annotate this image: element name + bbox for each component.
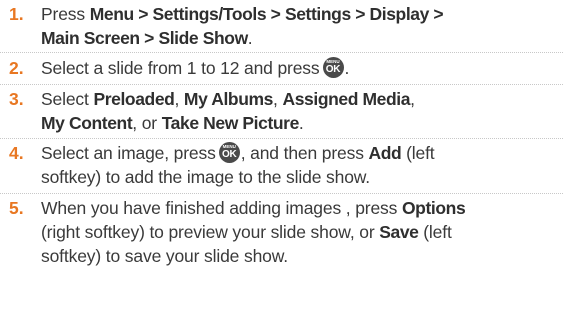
step-text: When you have finished adding images , p… (41, 196, 563, 268)
text-segment: . (344, 58, 350, 78)
softkey-add: Add (368, 143, 402, 163)
menu-path: Menu > Settings/Tools > Settings > Displ… (89, 4, 444, 24)
step-number: 2. (9, 58, 24, 78)
step-number: 1. (9, 4, 24, 24)
option-take-new-picture: Take New Picture (161, 113, 300, 133)
menu-ok-icon: MENU OK (322, 57, 344, 78)
option-my-content: My Content (41, 113, 133, 133)
step-text: Select a slide from 1 to 12 and press MEN… (41, 56, 563, 80)
step-line: (right softkey) to preview your slide sh… (41, 220, 563, 244)
text-segment: . (247, 28, 253, 48)
text-segment: . (298, 113, 304, 133)
ok-icon-label: OK (325, 64, 341, 75)
step-line: softkey) to add the image to the slide s… (41, 165, 563, 189)
step-text: Press Menu > Settings/Tools > Settings >… (41, 2, 563, 50)
step-line: softkey) to save your slide show. (41, 244, 563, 268)
menu-path: Main Screen > Slide Show (41, 28, 248, 48)
text-segment: When you have finished adding images , p… (41, 198, 402, 218)
divider (0, 138, 563, 139)
step-line: Select Preloaded, My Albums, Assigned Me… (41, 87, 563, 111)
text-segment: , or (132, 113, 162, 133)
text-segment: (right softkey) to preview your slide sh… (41, 222, 380, 242)
softkey-save: Save (379, 222, 419, 242)
text-segment: (left (418, 222, 452, 242)
option-my-albums: My Albums (183, 89, 274, 109)
softkey-options: Options (401, 198, 466, 218)
divider (0, 52, 563, 53)
step-number: 3. (9, 89, 24, 109)
divider (0, 84, 563, 85)
text-segment: softkey) to add the image to the slide s… (41, 167, 371, 187)
option-assigned-media: Assigned Media (282, 89, 411, 109)
step-line: Select a slide from 1 to 12 and press MEN… (41, 56, 563, 80)
text-segment: Select a slide from 1 to 12 and press (41, 58, 320, 78)
step-line: When you have finished adding images , p… (41, 196, 563, 220)
step-number: 5. (9, 198, 24, 218)
text-segment: Select (41, 89, 94, 109)
option-preloaded: Preloaded (93, 89, 175, 109)
text-segment: , (174, 89, 184, 109)
text-segment: softkey) to save your slide show. (41, 246, 288, 266)
step-line: Select an image, press MENU OK, and then p… (41, 141, 563, 165)
step-line: Press Menu > Settings/Tools > Settings >… (41, 2, 563, 26)
step-text: Select Preloaded, My Albums, Assigned Me… (41, 87, 563, 135)
step-text: Select an image, press MENU OK, and then p… (41, 141, 563, 189)
step-line: My Content, or Take New Picture. (41, 111, 563, 135)
ok-icon-label: OK (222, 149, 237, 160)
text-segment: , and then press (240, 143, 369, 163)
text-segment: Select an image, press (41, 143, 216, 163)
divider (0, 193, 563, 194)
text-segment: , (410, 89, 415, 109)
step-line: Main Screen > Slide Show. (41, 26, 563, 50)
step-number: 4. (9, 143, 24, 163)
text-segment: Press (41, 4, 90, 24)
text-segment: (left (401, 143, 435, 163)
menu-ok-icon: MENU OK (218, 142, 240, 163)
